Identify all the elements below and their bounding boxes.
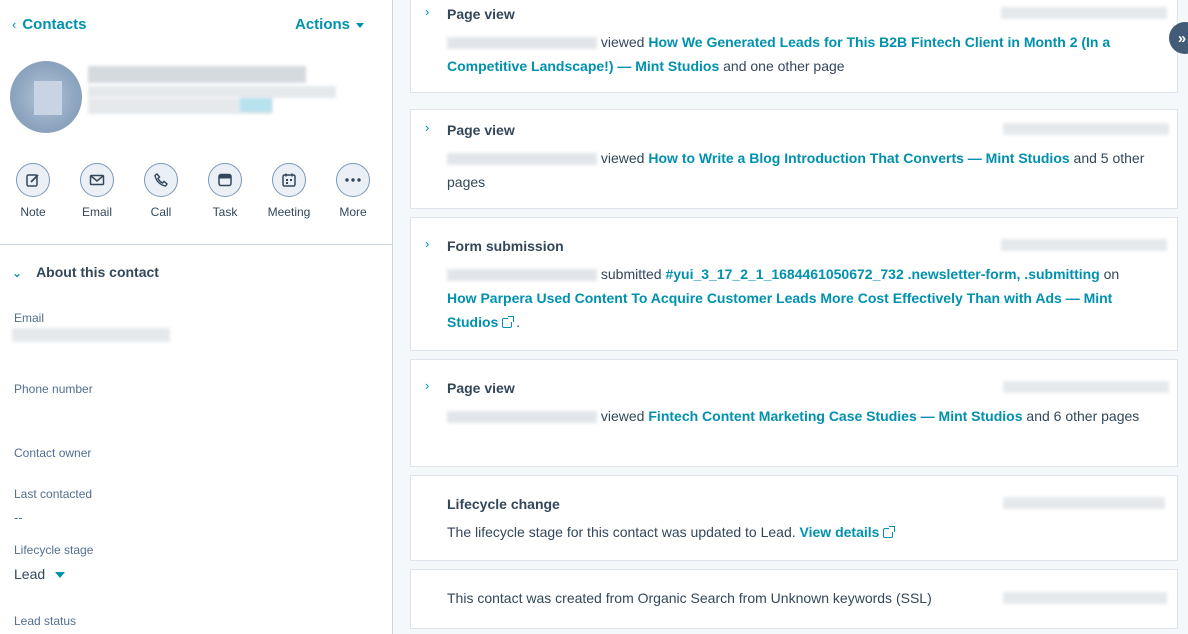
view-details-link[interactable]: View details xyxy=(800,524,880,540)
timeline-card-form-submission: › Form submission submitted #yui_3_17_2_… xyxy=(410,217,1178,351)
meeting-icon xyxy=(272,163,306,197)
chevron-right-icon[interactable]: › xyxy=(425,236,429,251)
timestamp-redacted xyxy=(1003,497,1165,509)
timeline-card-body: The lifecycle stage for this contact was… xyxy=(447,520,1147,544)
last-contacted-label: Last contacted xyxy=(14,487,93,501)
email-icon xyxy=(80,163,114,197)
caret-down-icon xyxy=(55,572,66,579)
chevron-right-icon[interactable]: › xyxy=(425,378,429,393)
chevron-down-icon: ⌄ xyxy=(12,266,23,280)
call-action[interactable]: Call xyxy=(129,163,193,219)
timeline-card-contact-created: This contact was created from Organic Se… xyxy=(410,569,1178,629)
lifecycle-stage-dropdown[interactable]: Lead xyxy=(14,566,66,582)
double-chevron-right-icon: » xyxy=(1177,29,1187,47)
more-action[interactable]: More xyxy=(321,163,385,219)
meeting-label: Meeting xyxy=(267,205,311,219)
more-icon xyxy=(336,163,370,197)
timeline-card-title: Page view xyxy=(447,380,515,396)
call-icon xyxy=(144,163,178,197)
sidebar-topbar: ‹ Contacts Actions xyxy=(12,14,364,36)
actions-dropdown[interactable]: Actions xyxy=(295,16,364,33)
about-section-toggle[interactable]: ⌄ About this contact xyxy=(12,264,159,280)
action-verb: submitted xyxy=(600,266,662,282)
timeline-card-title: Page view xyxy=(447,6,515,22)
actions-label: Actions xyxy=(294,16,350,33)
contact-sidebar: ‹ Contacts Actions Note Email Call Task … xyxy=(0,0,393,634)
note-label: Note xyxy=(20,205,46,219)
chevron-right-icon[interactable]: › xyxy=(425,120,429,135)
suffix-text: . xyxy=(516,314,521,330)
owner-property-label: Contact owner xyxy=(14,446,92,460)
contact-name-redacted xyxy=(447,269,597,282)
email-property-value-redacted[interactable] xyxy=(12,328,170,342)
page-link[interactable]: Fintech Content Marketing Case Studies —… xyxy=(648,408,1022,424)
email-property-label: Email xyxy=(14,311,45,325)
back-label: Contacts xyxy=(22,16,87,33)
task-action[interactable]: Task xyxy=(193,163,257,219)
external-link-icon[interactable] xyxy=(502,316,515,328)
timestamp-redacted xyxy=(1003,123,1169,135)
task-label: Task xyxy=(212,205,238,219)
phone-property-label: Phone number xyxy=(14,382,93,396)
sidebar-divider xyxy=(0,244,393,245)
external-link-icon[interactable] xyxy=(883,526,896,538)
timeline-card-body: viewed How We Generated Leads for This B… xyxy=(447,30,1147,78)
task-icon xyxy=(208,163,242,197)
page-link[interactable]: How to Write a Blog Introduction That Co… xyxy=(648,150,1069,166)
note-action[interactable]: Note xyxy=(1,163,65,219)
call-label: Call xyxy=(150,205,172,219)
connector-text: on xyxy=(1103,266,1120,282)
timeline-card-page-view: › Page view viewed How We Generated Lead… xyxy=(410,0,1178,93)
caret-down-icon xyxy=(356,22,364,28)
lead-status-label: Lead status xyxy=(14,614,77,628)
timeline-card-lifecycle-change: Lifecycle change The lifecycle stage for… xyxy=(410,475,1178,561)
timeline-card-title: Lifecycle change xyxy=(447,496,560,512)
timeline-card-page-view: › Page view viewed How to Write a Blog I… xyxy=(410,109,1178,209)
avatar xyxy=(10,61,82,133)
contact-name-redacted xyxy=(447,153,597,166)
created-text: This contact was created from Organic Se… xyxy=(447,590,932,606)
action-verb: viewed xyxy=(600,150,645,166)
timestamp-redacted xyxy=(1003,592,1167,604)
action-verb: viewed xyxy=(600,408,645,424)
suffix-text: and one other page xyxy=(723,58,845,74)
suffix-text: and 6 other pages xyxy=(1026,408,1140,424)
lifecycle-text: The lifecycle stage for this contact was… xyxy=(447,524,796,540)
email-label: Email xyxy=(81,205,112,219)
chevron-right-icon[interactable]: › xyxy=(425,4,429,19)
meeting-action[interactable]: Meeting xyxy=(257,163,321,219)
lifecycle-stage-value: Lead xyxy=(14,566,46,582)
action-verb: viewed xyxy=(600,34,645,50)
timeline-card-body: viewed How to Write a Blog Introduction … xyxy=(447,146,1147,194)
timeline-card-title: Form submission xyxy=(447,238,564,254)
timestamp-redacted xyxy=(1001,7,1167,19)
back-to-contacts-link[interactable]: ‹ Contacts xyxy=(12,16,87,33)
email-action[interactable]: Email xyxy=(65,163,129,219)
contact-name-redacted xyxy=(447,37,597,50)
timestamp-redacted xyxy=(1001,239,1167,251)
contact-name-redacted xyxy=(447,411,597,424)
note-icon xyxy=(16,163,50,197)
contact-name-redacted xyxy=(88,66,306,83)
timeline-card-body: viewed Fintech Content Marketing Case St… xyxy=(447,404,1147,428)
timeline-card-body: submitted #yui_3_17_2_1_1684461050672_73… xyxy=(447,262,1147,334)
redacted-highlight xyxy=(240,98,272,112)
chevron-left-icon: ‹ xyxy=(12,17,17,32)
timeline-card-page-view: › Page view viewed Fintech Content Marke… xyxy=(410,359,1178,467)
lifecycle-stage-label: Lifecycle stage xyxy=(14,543,94,557)
last-contacted-value: -- xyxy=(14,510,23,525)
page-link[interactable]: How Parpera Used Content To Acquire Cust… xyxy=(447,290,1112,330)
about-title: About this contact xyxy=(36,264,159,280)
activity-actions: Note Email Call Task Meeting More xyxy=(0,163,393,223)
more-label: More xyxy=(339,205,367,219)
form-link[interactable]: #yui_3_17_2_1_1684461050672_732 .newslet… xyxy=(665,266,1099,282)
timeline-card-title: Page view xyxy=(447,122,515,138)
timestamp-redacted xyxy=(1003,381,1169,393)
contact-company-redacted xyxy=(88,86,336,98)
